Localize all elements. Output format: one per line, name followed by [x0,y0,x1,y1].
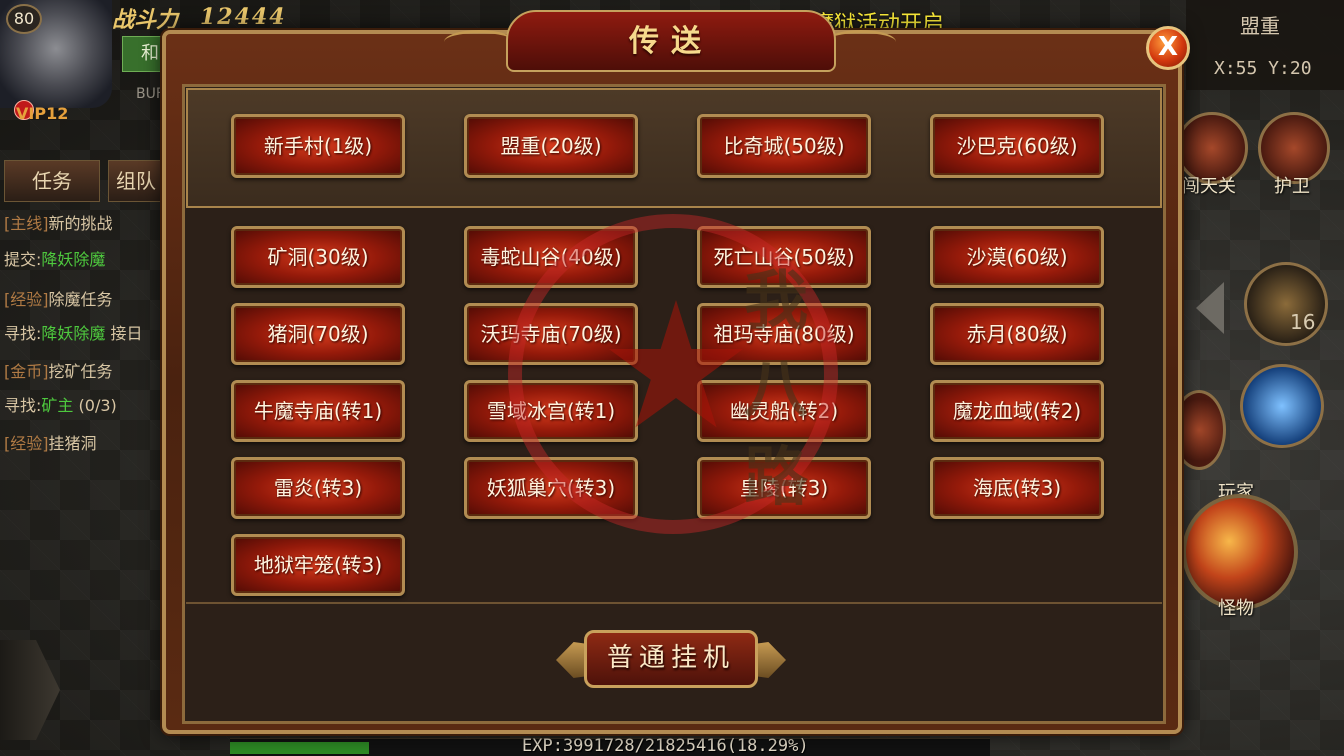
dialog-title: 传送 [629,24,713,59]
quest-item[interactable]: 寻找:矿主 (0/3) [4,392,117,416]
power-value: 12444 [200,4,287,30]
map-name: 盟重 [1240,14,1280,38]
exp-bar-fill [230,742,369,754]
teleport-destination-button[interactable]: 赤月(80级) [930,303,1104,365]
quest-item[interactable]: [主线]新的挑战 [4,210,113,234]
teleport-destination-button[interactable]: 矿洞(30级) [231,226,405,288]
teleport-destination-button[interactable]: 幽灵船(转2) [697,380,871,442]
buff-label[interactable]: BUF [136,86,164,102]
teleport-destination-button[interactable]: 沙漠(60级) [930,226,1104,288]
target-monster-label[interactable]: 怪物 [1218,594,1254,620]
teleport-destination-button[interactable]: 牛魔寺庙(转1) [231,380,405,442]
teleport-destination-button[interactable]: 皇陵(转3) [697,457,871,519]
teleport-main-city-button[interactable]: 沙巴克(60级) [930,114,1104,178]
title-ornament-left [444,30,514,54]
guard-label: 护卫 [1274,176,1310,197]
lightning-skill-icon[interactable] [1240,364,1324,448]
vip-badge[interactable]: VIP12 [16,104,68,123]
tab-team[interactable]: 组队 [108,160,164,202]
tianguan-label: 闯天关 [1182,176,1236,197]
collapse-arrow-icon[interactable] [1196,282,1224,334]
divider [186,602,1162,604]
title-ornament-right [826,30,896,54]
quest-item[interactable]: [经验]挂猪洞 [4,430,97,454]
tab-task[interactable]: 任务 [4,160,100,202]
teleport-destination-button[interactable]: 死亡山谷(50级) [697,226,871,288]
map-coordinates: X:55 Y:20 [1214,58,1312,79]
quest-item[interactable]: [经验]除魔任务 [4,286,113,310]
teleport-destination-button[interactable]: 雷炎(转3) [231,457,405,519]
teleport-main-city-button[interactable]: 新手村(1级) [231,114,405,178]
teleport-destination-button[interactable]: 沃玛寺庙(70级) [464,303,638,365]
teleport-main-city-button[interactable]: 盟重(20级) [464,114,638,178]
potion-count: 16 [1290,310,1316,334]
auto-battle-button[interactable]: 普通挂机 [556,626,786,690]
close-button[interactable]: X [1146,26,1190,70]
quest-item[interactable]: 提交:降妖除魔 [4,246,105,270]
teleport-main-city-button[interactable]: 比奇城(50级) [697,114,871,178]
teleport-destination-button[interactable]: 毒蛇山谷(40级) [464,226,638,288]
player-level: 80 [6,4,42,34]
teleport-destination-button[interactable]: 妖狐巢穴(转3) [464,457,638,519]
quest-item[interactable]: [金币]挖矿任务 [4,358,113,382]
teleport-destination-button[interactable]: 祖玛寺庙(80级) [697,303,871,365]
teleport-destination-button[interactable]: 地狱牢笼(转3) [231,534,405,596]
auto-battle-label: 普通挂机 [584,630,758,688]
attack-button[interactable] [1182,494,1298,610]
teleport-destination-button[interactable]: 猪洞(70级) [231,303,405,365]
teleport-destination-button[interactable]: 雪域冰宫(转1) [464,380,638,442]
teleport-destination-button[interactable]: 海底(转3) [930,457,1104,519]
teleport-destination-button[interactable]: 魔龙血域(转2) [930,380,1104,442]
quest-item[interactable]: 寻找:降妖除魔 接日 [4,320,143,344]
exp-text: EXP:3991728/21825416(18.29%) [522,736,809,756]
